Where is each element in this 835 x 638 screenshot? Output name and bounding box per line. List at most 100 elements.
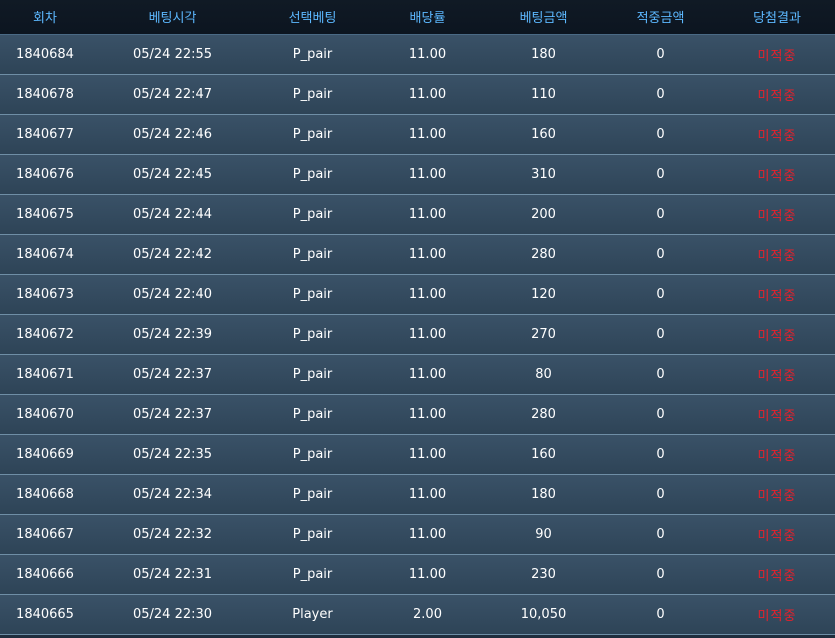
header-round: 회차 [0,0,90,35]
cell-win-amount: 0 [602,314,719,355]
cell-round: 1840665 [0,594,90,635]
cell-odds: 11.00 [370,514,485,555]
cell-result: 미적중 [719,474,835,515]
cell-selected-bet: P_pair [255,394,370,435]
cell-round: 1840671 [0,354,90,395]
cell-round: 1840669 [0,434,90,475]
cell-result: 미적중 [719,314,835,355]
cell-bet-amount: 200 [485,194,602,235]
cell-bet-time: 05/24 22:46 [90,114,255,155]
cell-odds: 11.00 [370,554,485,595]
header-selected-bet: 선택베팅 [255,0,370,35]
header-win-amount: 적중금액 [602,0,719,35]
header-result: 당첨결과 [719,0,835,35]
cell-bet-time: 05/24 22:55 [90,34,255,75]
cell-odds: 11.00 [370,154,485,195]
cell-round: 1840677 [0,114,90,155]
cell-bet-time: 05/24 22:30 [90,594,255,635]
cell-bet-time: 05/24 22:31 [90,554,255,595]
cell-round: 1840670 [0,394,90,435]
table-row: 1840674 05/24 22:42 P_pair 11.00 280 0 미적중 [0,234,835,275]
header-row: 회차 베팅시각 선택베팅 배당률 베팅금액 적중금액 당첨결과 [0,0,835,35]
cell-bet-amount: 80 [485,354,602,395]
cell-selected-bet: P_pair [255,34,370,75]
cell-win-amount: 0 [602,594,719,635]
cell-selected-bet: P_pair [255,154,370,195]
cell-odds: 11.00 [370,314,485,355]
cell-round: 1840666 [0,554,90,595]
header-odds: 배당률 [370,0,485,35]
cell-odds: 11.00 [370,434,485,475]
cell-odds: 11.00 [370,74,485,115]
cell-result: 미적중 [719,594,835,635]
cell-round: 1840676 [0,154,90,195]
table-row: 1840668 05/24 22:34 P_pair 11.00 180 0 미적중 [0,474,835,515]
cell-odds: 11.00 [370,354,485,395]
cell-result: 미적중 [719,274,835,315]
cell-win-amount: 0 [602,194,719,235]
table-row: 1840666 05/24 22:31 P_pair 11.00 230 0 미적중 [0,554,835,595]
table-row: 1840671 05/24 22:37 P_pair 11.00 80 0 미적중 [0,354,835,395]
cell-bet-amount: 90 [485,514,602,555]
cell-bet-amount: 180 [485,34,602,75]
cell-result: 미적중 [719,194,835,235]
cell-result: 미적중 [719,434,835,475]
table-row: 1840673 05/24 22:40 P_pair 11.00 120 0 미적중 [0,274,835,315]
cell-bet-amount: 10,050 [485,594,602,635]
cell-odds: 11.00 [370,34,485,75]
cell-odds: 11.00 [370,234,485,275]
cell-bet-time: 05/24 22:32 [90,514,255,555]
cell-win-amount: 0 [602,74,719,115]
cell-bet-amount: 160 [485,434,602,475]
cell-bet-time: 05/24 22:44 [90,194,255,235]
cell-round: 1840675 [0,194,90,235]
betting-history-table: 회차 베팅시각 선택베팅 배당률 베팅금액 적중금액 당첨결과 1840684 0… [0,0,835,635]
cell-bet-time: 05/24 22:40 [90,274,255,315]
cell-round: 1840678 [0,74,90,115]
cell-bet-time: 05/24 22:42 [90,234,255,275]
cell-bet-time: 05/24 22:39 [90,314,255,355]
cell-bet-amount: 110 [485,74,602,115]
cell-result: 미적중 [719,394,835,435]
cell-result: 미적중 [719,354,835,395]
cell-win-amount: 0 [602,434,719,475]
cell-bet-amount: 310 [485,154,602,195]
cell-win-amount: 0 [602,234,719,275]
cell-selected-bet: P_pair [255,514,370,555]
cell-selected-bet: P_pair [255,554,370,595]
cell-odds: 11.00 [370,194,485,235]
table-row: 1840676 05/24 22:45 P_pair 11.00 310 0 미적중 [0,154,835,195]
table-row: 1840667 05/24 22:32 P_pair 11.00 90 0 미적중 [0,514,835,555]
cell-bet-amount: 120 [485,274,602,315]
cell-result: 미적중 [719,234,835,275]
cell-selected-bet: P_pair [255,114,370,155]
cell-selected-bet: P_pair [255,314,370,355]
cell-win-amount: 0 [602,274,719,315]
cell-bet-time: 05/24 22:37 [90,354,255,395]
cell-win-amount: 0 [602,34,719,75]
cell-win-amount: 0 [602,554,719,595]
cell-win-amount: 0 [602,354,719,395]
cell-bet-time: 05/24 22:34 [90,474,255,515]
table-row: 1840665 05/24 22:30 Player 2.00 10,050 0 미적중 [0,594,835,635]
table-row: 1840675 05/24 22:44 P_pair 11.00 200 0 미적중 [0,194,835,235]
cell-round: 1840673 [0,274,90,315]
cell-result: 미적중 [719,114,835,155]
cell-odds: 11.00 [370,274,485,315]
cell-bet-time: 05/24 22:47 [90,74,255,115]
table-header: 회차 베팅시각 선택베팅 배당률 베팅금액 적중금액 당첨결과 [0,0,835,35]
cell-selected-bet: P_pair [255,474,370,515]
cell-result: 미적중 [719,74,835,115]
cell-round: 1840674 [0,234,90,275]
cell-round: 1840684 [0,34,90,75]
cell-win-amount: 0 [602,514,719,555]
cell-bet-time: 05/24 22:35 [90,434,255,475]
cell-selected-bet: P_pair [255,354,370,395]
header-bet-time: 베팅시각 [90,0,255,35]
cell-odds: 11.00 [370,474,485,515]
cell-result: 미적중 [719,554,835,595]
cell-win-amount: 0 [602,474,719,515]
cell-bet-amount: 160 [485,114,602,155]
header-bet-amount: 베팅금액 [485,0,602,35]
cell-selected-bet: Player [255,594,370,635]
